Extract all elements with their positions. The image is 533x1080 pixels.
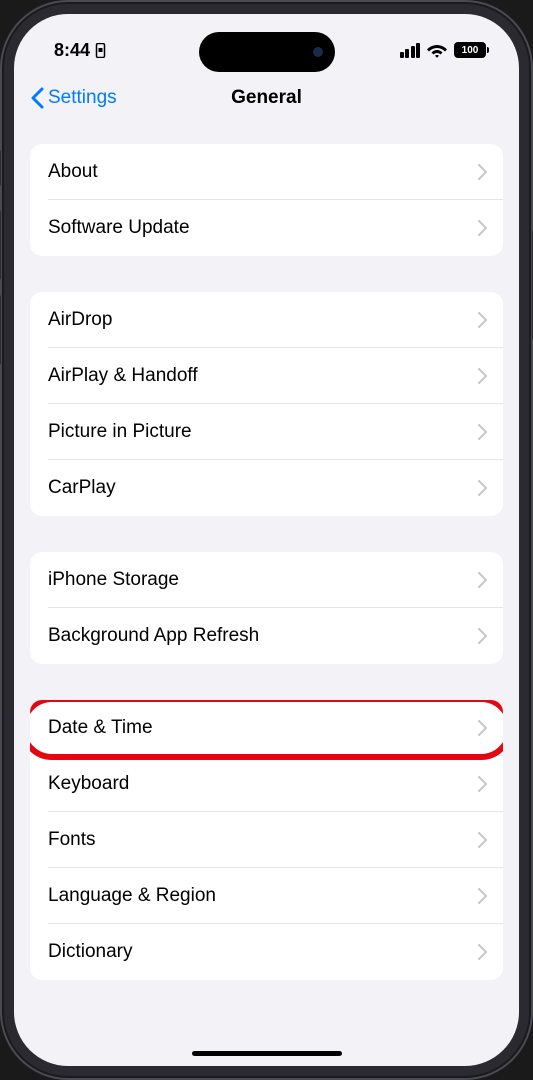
chevron-right-icon bbox=[478, 368, 487, 384]
back-button[interactable]: Settings bbox=[30, 87, 117, 109]
battery-percent: 100 bbox=[454, 42, 486, 58]
status-right: 100 bbox=[400, 42, 490, 58]
settings-row-keyboard[interactable]: Keyboard bbox=[30, 756, 503, 812]
rotation-lock-icon bbox=[94, 42, 106, 58]
chevron-right-icon bbox=[478, 572, 487, 588]
chevron-right-icon bbox=[478, 628, 487, 644]
phone-frame: 8:44 100 bbox=[0, 0, 533, 1080]
wifi-icon bbox=[427, 42, 447, 58]
page-title: General bbox=[231, 87, 302, 109]
row-label: Background App Refresh bbox=[48, 625, 259, 647]
settings-group: About Software Update bbox=[30, 144, 503, 256]
row-label: About bbox=[48, 161, 98, 183]
row-label: Keyboard bbox=[48, 773, 129, 795]
navigation-bar: Settings General bbox=[14, 74, 519, 122]
settings-row-picture-in-picture[interactable]: Picture in Picture bbox=[30, 404, 503, 460]
settings-group: Date & Time Keyboard Fonts Language & Regio… bbox=[30, 700, 503, 980]
settings-group: iPhone Storage Background App Refresh bbox=[30, 552, 503, 664]
chevron-right-icon bbox=[478, 944, 487, 960]
battery-icon: 100 bbox=[454, 42, 489, 58]
back-label: Settings bbox=[48, 87, 117, 109]
row-label: AirPlay & Handoff bbox=[48, 365, 198, 387]
chevron-right-icon bbox=[478, 776, 487, 792]
phone-screen: 8:44 100 bbox=[14, 14, 519, 1066]
settings-row-language-region[interactable]: Language & Region bbox=[30, 868, 503, 924]
settings-group: AirDrop AirPlay & Handoff Picture in Pictu… bbox=[30, 292, 503, 516]
settings-row-about[interactable]: About bbox=[30, 144, 503, 200]
settings-row-iphone-storage[interactable]: iPhone Storage bbox=[30, 552, 503, 608]
volume-up-button bbox=[0, 210, 1, 280]
dynamic-island bbox=[199, 32, 335, 72]
front-camera-icon bbox=[313, 47, 323, 57]
row-label: Date & Time bbox=[48, 717, 153, 739]
chevron-right-icon bbox=[478, 888, 487, 904]
row-label: AirDrop bbox=[48, 309, 112, 331]
chevron-right-icon bbox=[478, 312, 487, 328]
row-label: Language & Region bbox=[48, 885, 216, 907]
settings-row-background-app-refresh[interactable]: Background App Refresh bbox=[30, 608, 503, 664]
settings-row-fonts[interactable]: Fonts bbox=[30, 812, 503, 868]
settings-row-dictionary[interactable]: Dictionary bbox=[30, 924, 503, 980]
volume-down-button bbox=[0, 295, 1, 365]
chevron-right-icon bbox=[478, 832, 487, 848]
settings-row-airplay-handoff[interactable]: AirPlay & Handoff bbox=[30, 348, 503, 404]
home-indicator[interactable] bbox=[192, 1051, 342, 1056]
status-left: 8:44 bbox=[54, 40, 106, 61]
settings-row-carplay[interactable]: CarPlay bbox=[30, 460, 503, 516]
chevron-right-icon bbox=[478, 480, 487, 496]
silence-switch bbox=[0, 150, 1, 186]
settings-content[interactable]: About Software Update AirDrop AirPlay & Han… bbox=[14, 122, 519, 980]
chevron-right-icon bbox=[478, 720, 487, 736]
settings-row-airdrop[interactable]: AirDrop bbox=[30, 292, 503, 348]
clock: 8:44 bbox=[54, 40, 90, 61]
row-label: Picture in Picture bbox=[48, 421, 192, 443]
settings-row-software-update[interactable]: Software Update bbox=[30, 200, 503, 256]
chevron-right-icon bbox=[478, 164, 487, 180]
chevron-right-icon bbox=[478, 220, 487, 236]
chevron-right-icon bbox=[478, 424, 487, 440]
row-label: Dictionary bbox=[48, 941, 132, 963]
row-label: CarPlay bbox=[48, 477, 116, 499]
chevron-left-icon bbox=[30, 87, 44, 109]
row-label: iPhone Storage bbox=[48, 569, 179, 591]
settings-row-date-time[interactable]: Date & Time bbox=[30, 700, 503, 756]
row-label: Fonts bbox=[48, 829, 96, 851]
row-label: Software Update bbox=[48, 217, 190, 239]
cellular-signal-icon bbox=[400, 43, 421, 58]
